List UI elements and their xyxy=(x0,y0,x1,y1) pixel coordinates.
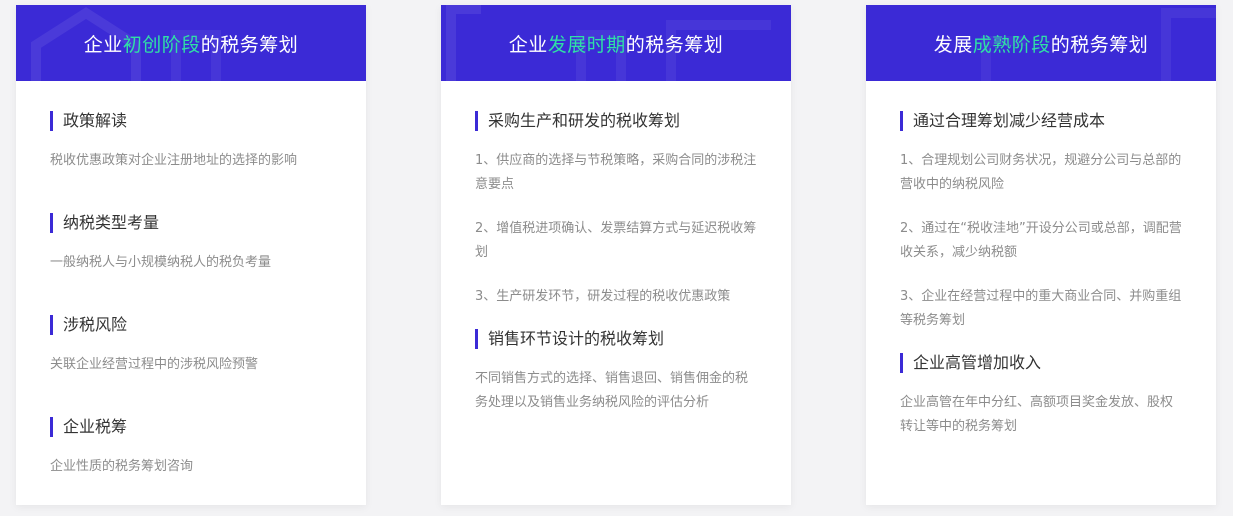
card-growth-stage: 企业发展时期的税务筹划 采购生产和研发的税收筹划 1、供应商的选择与节税策略，采… xyxy=(441,5,791,505)
section-text: 关联企业经营过程中的涉税风险预警 xyxy=(50,357,259,372)
card-title: 企业发展时期的税务筹划 xyxy=(508,33,724,56)
section-title: 纳税类型考量 xyxy=(50,213,332,233)
section-title: 通过合理筹划减少经营成本 xyxy=(900,111,1182,131)
section-title: 企业税筹 xyxy=(50,417,332,437)
section-text: 3、生产研发环节，研发过程的税收优惠政策 xyxy=(475,289,731,304)
section-text: 一般纳税人与小规模纳税人的税负考量 xyxy=(50,255,272,270)
card-title: 发展成熟阶段的税务筹划 xyxy=(933,33,1149,56)
section-text: 2、通过在“税收洼地”开设分公司或总部，调配营收关系，减少纳税额 xyxy=(900,221,1182,260)
section-text: 企业高管在年中分红、高额项目奖金发放、股权转让等中的税务筹划 xyxy=(900,395,1174,434)
section-title: 采购生产和研发的税收筹划 xyxy=(475,111,757,131)
section-title: 销售环节设计的税收筹划 xyxy=(475,329,757,349)
section-text: 企业性质的税务筹划咨询 xyxy=(50,459,194,474)
section-text: 不同销售方式的选择、销售退回、销售佣金的税务处理以及销售业务纳税风险的评估分析 xyxy=(475,371,749,410)
section-title: 政策解读 xyxy=(50,111,332,131)
card-mature-stage: 发展成熟阶段的税务筹划 通过合理筹划减少经营成本 1、合理规划公司财务状况，规避… xyxy=(866,5,1216,505)
card-header: 企业初创阶段的税务筹划 xyxy=(16,5,366,81)
section-text: 1、合理规划公司财务状况，规避分公司与总部的营收中的纳税风险 xyxy=(900,153,1182,192)
card-header: 企业发展时期的税务筹划 xyxy=(441,5,791,81)
section-title: 涉税风险 xyxy=(50,315,332,335)
card-header: 发展成熟阶段的税务筹划 xyxy=(866,5,1216,81)
section-title: 企业高管增加收入 xyxy=(900,353,1182,373)
card-startup-stage: 企业初创阶段的税务筹划 政策解读 税收优惠政策对企业注册地址的选择的影响 纳税类… xyxy=(16,5,366,505)
section-text: 2、增值税进项确认、发票结算方式与延迟税收筹划 xyxy=(475,221,757,260)
card-title: 企业初创阶段的税务筹划 xyxy=(83,33,299,56)
section-text: 3、企业在经营过程中的重大商业合同、并购重组等税务筹划 xyxy=(900,289,1182,328)
section-text: 税收优惠政策对企业注册地址的选择的影响 xyxy=(50,153,298,168)
section-text: 1、供应商的选择与节税策略，采购合同的涉税注意要点 xyxy=(475,153,757,192)
